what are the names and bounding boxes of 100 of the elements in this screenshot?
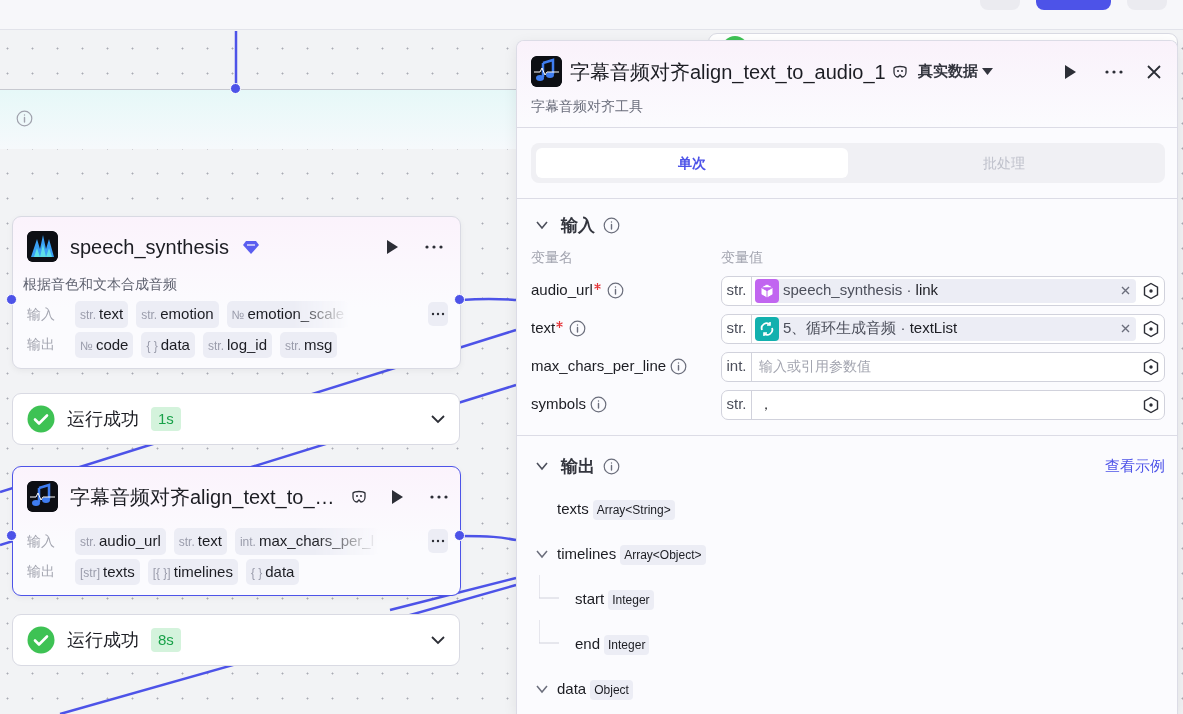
section-title: 输入 [561, 215, 595, 237]
panel-description: 字幕音频对齐工具 [531, 97, 644, 116]
mask-icon[interactable] [891, 64, 908, 79]
diamond-icon [243, 239, 259, 254]
music-note-icon [27, 481, 58, 512]
input-field[interactable]: int. 输入或引用参数值 [721, 351, 1165, 382]
field-name: start [575, 589, 605, 610]
caret-icon [981, 68, 993, 75]
input-field[interactable]: str. 5、循环生成音频 · textList [721, 313, 1165, 344]
clear-icon[interactable] [1121, 286, 1130, 295]
type-tag: Array<Object> [620, 544, 706, 565]
variable-chip: str. audio_url [75, 528, 166, 555]
tree-line [539, 620, 559, 644]
info-icon [603, 457, 620, 475]
example-link[interactable]: 查看示例 [1105, 455, 1165, 478]
more-icon[interactable] [424, 243, 444, 250]
type-tag: Integer [608, 589, 654, 610]
more-button[interactable] [428, 302, 448, 327]
info-icon [569, 320, 587, 337]
port-handle[interactable] [454, 294, 465, 305]
tree-line [539, 575, 559, 599]
mask-icon[interactable] [350, 489, 367, 504]
variable-chip: str. text [173, 528, 227, 555]
column-header: 变量值 [721, 247, 763, 267]
variable-chip: [{ }] timelines [147, 558, 238, 585]
variable-chip: str. text [75, 301, 129, 328]
port-handle[interactable] [454, 530, 465, 541]
check-icon [27, 626, 55, 654]
info-icon [670, 358, 688, 375]
close-icon[interactable] [1146, 63, 1162, 80]
field-name: timelines [557, 544, 617, 565]
variable-chip: { } data [141, 331, 195, 358]
type-tag: Object [590, 679, 633, 700]
variable-icon[interactable] [1142, 395, 1160, 414]
param-name: max_chars_per_line [531, 356, 667, 377]
port-handle[interactable] [230, 83, 241, 94]
node-title: 字幕音频对齐align_text_to_… [70, 484, 335, 511]
io-label: 输入 [27, 304, 56, 324]
type-tag: Integer [604, 634, 650, 655]
field-name: end [575, 634, 601, 655]
more-icon[interactable] [1104, 68, 1124, 75]
info-icon [603, 217, 620, 235]
variable-chip: str. log_id [202, 331, 273, 358]
reference-text: speech_synthesis · link [783, 280, 939, 301]
info-icon [590, 396, 607, 413]
io-label: 输入 [27, 531, 56, 551]
input-field[interactable]: str. ， [721, 389, 1165, 420]
mountain-logo-icon [27, 231, 58, 262]
variable-icon[interactable] [1142, 281, 1160, 300]
io-label: 输出 [27, 335, 56, 355]
input-field[interactable]: str. speech_synthesis · link [721, 275, 1165, 306]
clear-icon[interactable] [1121, 324, 1130, 333]
node-title: speech_synthesis [70, 234, 229, 261]
param-name: symbols [531, 394, 586, 415]
field-name: texts [557, 499, 589, 520]
node-description: 根据音色和文本合成音频 [23, 275, 178, 294]
play-icon[interactable] [384, 237, 400, 256]
reference-text: 5、循环生成音频 · textList [783, 318, 958, 339]
duration-badge: 1s [151, 406, 181, 432]
value-input[interactable]: ， [752, 394, 1136, 415]
info-icon [16, 110, 33, 127]
port-handle[interactable] [6, 294, 17, 305]
info-icon [606, 282, 624, 299]
toolbar-button[interactable] [1036, 0, 1111, 10]
duration-badge: 8s [151, 627, 181, 653]
loop-icon [755, 316, 779, 341]
cube-icon [755, 278, 779, 303]
check-icon [27, 405, 55, 433]
more-button[interactable] [428, 529, 448, 554]
variable-chip: { } data [245, 558, 300, 585]
section-title: 输出 [561, 455, 595, 478]
more-icon[interactable] [428, 493, 449, 500]
tab[interactable]: 单次 [536, 148, 848, 178]
field-name: data [557, 679, 587, 700]
variable-chip: [str] texts [75, 558, 140, 585]
io-label: 输出 [27, 562, 56, 582]
status-card[interactable]: 运行成功 1s [12, 393, 460, 445]
variable-icon[interactable] [1142, 357, 1160, 376]
status-text: 运行成功 [67, 628, 139, 652]
column-header: 变量名 [531, 247, 574, 267]
data-mode-dropdown[interactable]: 真实数据 [917, 60, 993, 83]
more-icon [431, 312, 445, 317]
status-card[interactable]: 运行成功 8s [12, 614, 460, 666]
param-name: audio_url [531, 280, 593, 301]
variable-icon[interactable] [1142, 319, 1160, 338]
variable-chip: str. emotion [136, 301, 219, 328]
port-handle[interactable] [6, 530, 17, 541]
panel-title: 字幕音频对齐align_text_to_audio_1 [570, 59, 886, 86]
music-note-icon [531, 56, 562, 87]
chevron-down-icon[interactable] [535, 461, 549, 471]
variable-chip: str. msg [280, 331, 338, 358]
more-icon [431, 539, 445, 544]
chevron-down-icon[interactable] [431, 414, 445, 424]
value-input[interactable]: 输入或引用参数值 [752, 356, 1136, 377]
type-tag: Array<String> [592, 499, 675, 520]
chevron-down-icon[interactable] [535, 221, 549, 231]
param-name: text [531, 318, 556, 339]
status-text: 运行成功 [67, 407, 139, 431]
play-icon[interactable] [1062, 62, 1078, 81]
chevron-down-icon[interactable] [431, 635, 445, 645]
